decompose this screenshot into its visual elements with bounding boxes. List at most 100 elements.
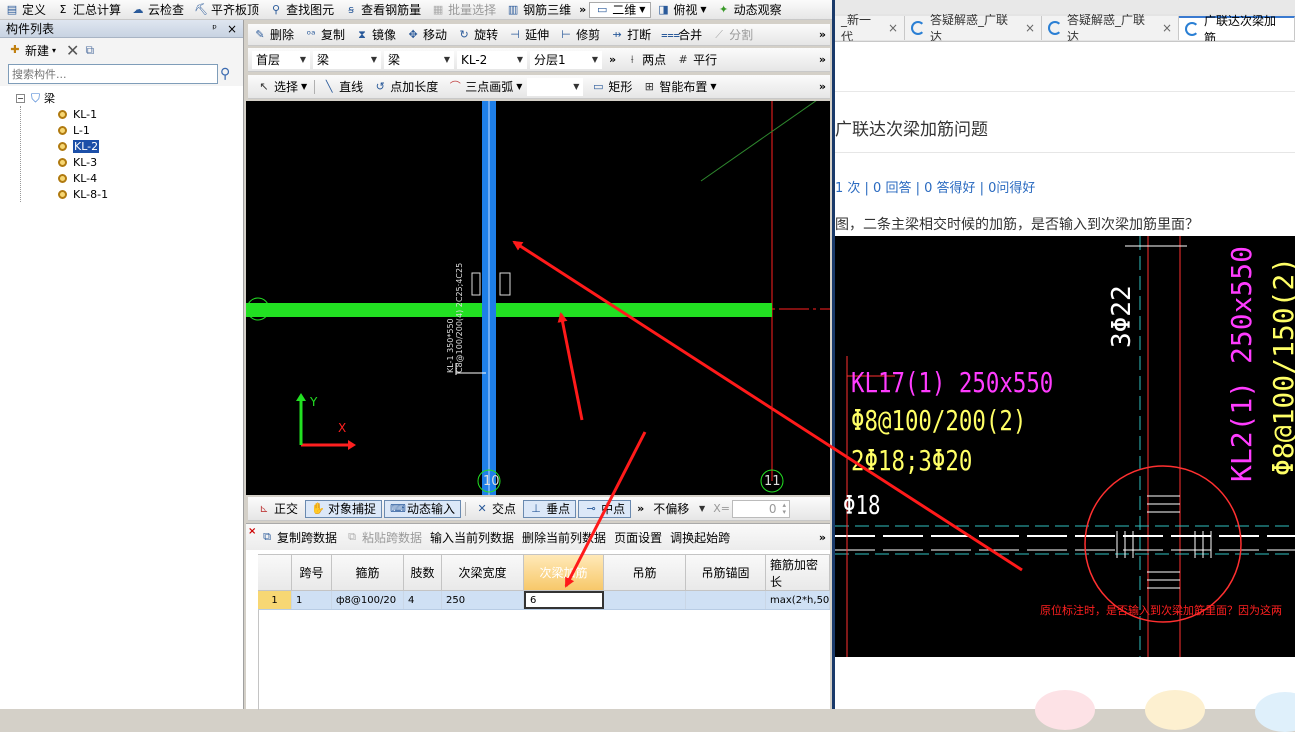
perpendicular-snap[interactable]: ⊥ 垂点 (523, 499, 577, 518)
rect-button[interactable]: ▭ 矩形 (586, 75, 637, 98)
tree-item-kl-2[interactable]: KL-2 (58, 138, 243, 154)
cell-hanger-anchor[interactable] (686, 591, 766, 609)
align-slab-icon: ⛏ (194, 2, 209, 16)
copy-icon[interactable]: ⧉ (85, 43, 94, 58)
two-point-button[interactable]: ⟊ 两点 (620, 48, 671, 71)
pin-icon[interactable]: ᵖ (212, 22, 217, 35)
menu-align-slab[interactable]: ⛏ 平齐板顶 (189, 0, 264, 19)
offset-select[interactable]: 不偏移 ▼ (650, 500, 708, 518)
parallel-button[interactable]: # 平行 (671, 48, 722, 71)
question-stats[interactable]: 1 次 | 0 回答 | 0 答得好 | 0问得好 (835, 177, 1035, 196)
rotate-button[interactable]: ↻ 旋转 (452, 24, 503, 45)
toolbar-overflow-icon[interactable]: » (819, 80, 830, 93)
break-button[interactable]: ⇸ 打断 (605, 24, 656, 45)
col-header-hanger[interactable]: 吊筋 (604, 555, 686, 590)
toolbar-overflow-icon[interactable]: » (819, 531, 830, 544)
cell-secondary-rebar-input[interactable]: 6 (524, 591, 604, 609)
tree-item-kl-8-1[interactable]: KL-8-1 (58, 186, 243, 202)
arc-param-select[interactable]: ▼ (527, 77, 584, 96)
menu-summary-calc[interactable]: Σ 汇总计算 (51, 0, 126, 19)
col-header-span-no[interactable]: 跨号 (292, 555, 332, 590)
arc-button[interactable]: ⌒ 三点画弧 ▼ (443, 75, 527, 98)
copy-button[interactable]: ᵒᵃ 复制 (299, 24, 350, 45)
component-select[interactable]: KL-2 ▼ (457, 50, 527, 69)
type-select-1[interactable]: 梁 ▼ (313, 50, 381, 69)
object-snap-toggle[interactable]: ✋ 对象捕捉 (305, 499, 383, 518)
toolbar-overflow-icon[interactable]: » (576, 3, 589, 16)
search-icon[interactable]: ⚲ (220, 66, 230, 82)
search-input[interactable] (8, 64, 218, 84)
browser-tab[interactable]: _新一代 × (835, 14, 906, 41)
spinner-icon[interactable]: ▴ ▾ (782, 501, 786, 516)
cell-hanger[interactable] (604, 591, 686, 609)
layer-select[interactable]: 分层1 ▼ (530, 50, 602, 69)
collapse-icon[interactable]: − (16, 93, 25, 103)
new-component-button[interactable]: ✚ 新建 ▾ (8, 42, 56, 59)
cell-secondary-width[interactable]: 250 (442, 591, 524, 609)
toolbar-overflow-icon[interactable]: » (633, 502, 648, 515)
browser-tab[interactable]: 答疑解惑_广联达 × (905, 14, 1043, 41)
cell-legs[interactable]: 4 (404, 591, 442, 609)
menu-rebar-3d[interactable]: ▥ 钢筋三维 (501, 0, 576, 19)
merge-button[interactable]: ⩶ 合并 (656, 24, 707, 45)
col-header-stirrup[interactable]: 箍筋 (332, 555, 404, 590)
dynamic-input-toggle[interactable]: ⌨ 动态输入 (384, 499, 462, 518)
input-column-data-button[interactable]: 输入当前列数据 (430, 529, 514, 546)
col-header-secondary-rebar[interactable]: 次梁加筋 (524, 555, 604, 590)
delete-button[interactable]: ✎ 删除 (248, 24, 299, 45)
select-button[interactable]: ↖ 选择 ▼ (252, 75, 312, 98)
mirror-button[interactable]: ⧗ 镜像 (350, 24, 401, 45)
tree-root-beam[interactable]: − ⛉ 梁 (16, 90, 243, 106)
toolbar-overflow-icon[interactable]: » (819, 53, 830, 66)
menu-define[interactable]: ▤ 定义 (0, 0, 51, 19)
tree-item-kl-3[interactable]: KL-3 (58, 154, 243, 170)
horizontal-beam-kl2[interactable] (246, 303, 772, 317)
browser-tab-active[interactable]: 广联达次梁加筋 (1179, 14, 1295, 41)
view-mode-dropdown[interactable]: ▭ 二维 ▼ (589, 1, 652, 18)
col-header-legs[interactable]: 肢数 (404, 555, 442, 590)
type-select-2[interactable]: 梁 ▼ (384, 50, 454, 69)
delete-icon[interactable]: ✕ (66, 41, 79, 60)
point-length-button[interactable]: ↺ 点加长度 (368, 75, 443, 98)
floor-select[interactable]: 首层 ▼ (252, 50, 310, 69)
close-icon[interactable]: × (1025, 21, 1035, 35)
cell-span-no[interactable]: 1 (292, 591, 332, 609)
drawing-canvas[interactable]: 8 10 11 Y X KL-1 350*550 C8@100/200(4) 2… (246, 101, 830, 495)
page-setup-button[interactable]: 页面设置 (614, 529, 662, 546)
col-header-secondary-width[interactable]: 次梁宽度 (442, 555, 524, 590)
close-icon[interactable]: × (1162, 21, 1172, 35)
close-icon[interactable]: × (888, 21, 898, 35)
tree-item-l-1[interactable]: L-1 (58, 122, 243, 138)
close-icon[interactable]: × (248, 526, 256, 537)
table-row[interactable]: 1 1 ф8@100/20 4 250 6 max(2*h,50 (258, 591, 830, 610)
menu-view-rebar[interactable]: ꞩ 查看钢筋量 (339, 0, 426, 19)
toolbar-overflow-icon[interactable]: » (819, 28, 830, 41)
dynamic-view-button[interactable]: ✦ 动态观察 (712, 0, 787, 19)
copy-span-data-button[interactable]: ⧉ 复制跨数据 (260, 529, 337, 546)
menu-cloud-check[interactable]: ☁ 云检查 (126, 0, 189, 19)
ortho-toggle[interactable]: ⊾ 正交 (252, 497, 303, 520)
line-button[interactable]: ╲ 直线 (317, 75, 368, 98)
midpoint-snap[interactable]: ⊸ 中点 (578, 499, 632, 518)
row-number[interactable]: 1 (258, 591, 292, 609)
col-header-hanger-anchor[interactable]: 吊筋锚固 (686, 555, 766, 590)
extend-button[interactable]: ⊣ 延伸 (503, 24, 554, 45)
col-header-dense-length[interactable]: 箍筋加密长 (766, 555, 830, 590)
smart-layout-button[interactable]: ⊞ 智能布置 ▼ (637, 75, 721, 98)
browser-tab[interactable]: 答疑解惑_广联达 × (1042, 14, 1180, 41)
cell-stirrup[interactable]: ф8@100/20 (332, 591, 404, 609)
tree-item-kl-4[interactable]: KL-4 (58, 170, 243, 186)
chevron-down-icon: ▼ (370, 55, 377, 64)
intersect-snap[interactable]: ✕ 交点 (470, 497, 521, 520)
close-icon[interactable]: × (227, 22, 237, 36)
x-coord-input[interactable]: 0 ▴ ▾ (731, 499, 790, 518)
delete-column-data-button[interactable]: 删除当前列数据 (522, 529, 606, 546)
tree-item-kl-1[interactable]: KL-1 (58, 106, 243, 122)
menu-find-element[interactable]: ⚲ 查找图元 (264, 0, 339, 19)
view-angle-dropdown[interactable]: ◨ 俯视 ▼ (651, 0, 711, 19)
move-button[interactable]: ✥ 移动 (401, 24, 452, 45)
cell-dense-length[interactable]: max(2*h,50 (766, 591, 830, 609)
swap-start-span-button[interactable]: 调换起始跨 (670, 529, 730, 546)
toolbar-overflow-icon[interactable]: » (605, 53, 620, 66)
trim-button[interactable]: ⊢ 修剪 (554, 24, 605, 45)
